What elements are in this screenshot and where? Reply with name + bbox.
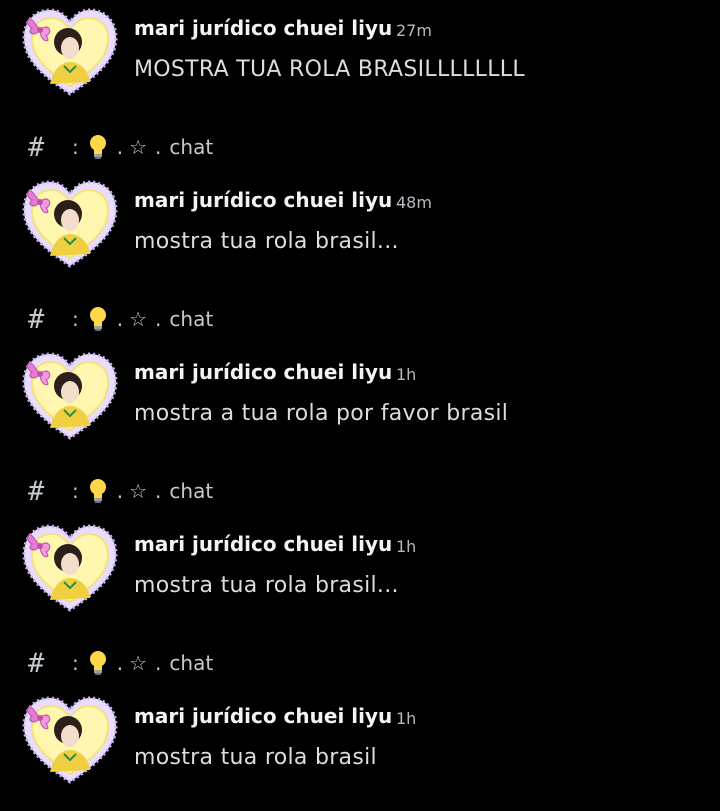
avatar[interactable]: [20, 518, 120, 618]
author-name[interactable]: mari jurídico chuei liyu: [134, 532, 392, 556]
timestamp: 48m: [396, 193, 432, 212]
channel-dot: .: [116, 479, 124, 503]
message-text: MOSTRA TUA ROLA BRASILLLLLLLL: [134, 57, 525, 82]
channel-label[interactable]: # : . ☆ . chat: [28, 645, 428, 681]
message-text: mostra tua rola brasil: [134, 745, 377, 770]
author-name[interactable]: mari jurídico chuei liyu: [134, 188, 392, 212]
avatar-heart-frame: [22, 524, 118, 612]
channel-separator: :: [72, 307, 79, 331]
channel-dot: .: [116, 307, 124, 331]
channel-label[interactable]: # : . ☆ . chat: [28, 473, 428, 509]
channel-name: chat: [169, 651, 214, 675]
author-name[interactable]: mari jurídico chuei liyu: [134, 360, 392, 384]
avatar[interactable]: [20, 174, 120, 274]
avatar[interactable]: [20, 346, 120, 446]
timestamp: 1h: [396, 365, 417, 384]
channel-dot: .: [116, 135, 124, 159]
timestamp: 1h: [396, 709, 417, 728]
message[interactable]: mari jurídico chuei liyu 48m mostra tua …: [0, 174, 720, 274]
channel-label[interactable]: # : . ☆ . chat: [28, 129, 428, 165]
message[interactable]: mari jurídico chuei liyu 1h mostra tua r…: [0, 518, 720, 618]
star-icon: ☆: [129, 135, 148, 159]
message[interactable]: mari jurídico chuei liyu 1h mostra tua r…: [0, 690, 720, 790]
channel-separator: :: [72, 651, 79, 675]
channel-dot: .: [155, 651, 162, 675]
message-text: mostra tua rola brasil...: [134, 229, 399, 254]
avatar-heart-frame: [22, 352, 118, 440]
channel-dot: .: [155, 307, 162, 331]
star-icon: ☆: [129, 479, 148, 503]
channel-dot: .: [155, 479, 162, 503]
message[interactable]: mari jurídico chuei liyu 1h mostra a tua…: [0, 346, 720, 446]
star-icon: ☆: [129, 307, 148, 331]
message-text: mostra a tua rola por favor brasil: [134, 401, 509, 426]
channel-label[interactable]: # : . ☆ . chat: [28, 301, 428, 337]
avatar-heart-frame: [22, 8, 118, 96]
channel-dot: .: [155, 135, 162, 159]
hash-icon: #: [28, 647, 45, 679]
hash-icon: #: [28, 475, 45, 507]
light-bulb-icon: [89, 307, 106, 331]
timestamp: 1h: [396, 537, 417, 556]
channel-separator: :: [72, 135, 79, 159]
hash-icon: #: [28, 131, 45, 163]
author-name[interactable]: mari jurídico chuei liyu: [134, 16, 392, 40]
timestamp: 27m: [396, 21, 432, 40]
avatar-heart-frame: [22, 180, 118, 268]
channel-name: chat: [169, 135, 214, 159]
channel-name: chat: [169, 307, 214, 331]
author-name[interactable]: mari jurídico chuei liyu: [134, 704, 392, 728]
light-bulb-icon: [89, 135, 106, 159]
channel-separator: :: [72, 479, 79, 503]
avatar[interactable]: [20, 690, 120, 790]
channel-dot: .: [116, 651, 124, 675]
message-text: mostra tua rola brasil...: [134, 573, 399, 598]
star-icon: ☆: [129, 651, 148, 675]
light-bulb-icon: [89, 479, 106, 503]
avatar-heart-frame: [22, 696, 118, 784]
avatar[interactable]: [20, 2, 120, 102]
message[interactable]: mari jurídico chuei liyu 27m MOSTRA TUA …: [0, 2, 720, 102]
hash-icon: #: [28, 303, 45, 335]
light-bulb-icon: [89, 651, 106, 675]
channel-name: chat: [169, 479, 214, 503]
